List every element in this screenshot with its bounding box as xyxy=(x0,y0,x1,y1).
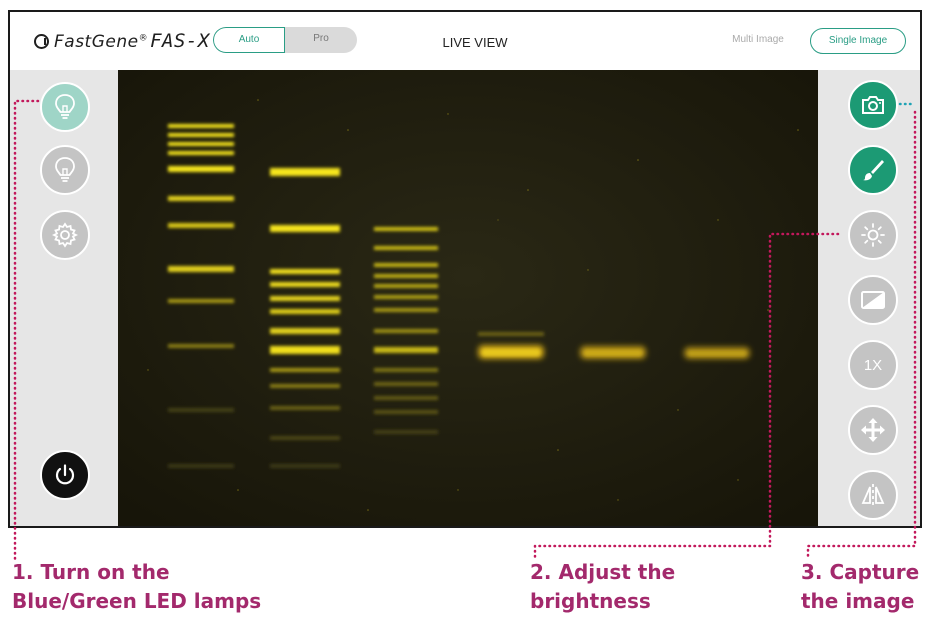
left-toolbar xyxy=(10,70,118,526)
page-title: LIVE VIEW xyxy=(442,35,508,50)
annotation-1-line-1: 1. Turn on the xyxy=(12,558,261,587)
right-toolbar: 1X xyxy=(818,70,920,526)
annotation-1-line-2: Blue/Green LED lamps xyxy=(12,589,262,613)
gel-lane-6 xyxy=(684,347,750,359)
bulb-icon xyxy=(55,94,75,119)
annotation-2-line-1: 2. Adjust the xyxy=(530,558,675,587)
annotate-button[interactable] xyxy=(848,145,898,195)
single-image-button[interactable]: Single Image xyxy=(810,28,906,54)
annotation-2-number: 2. xyxy=(530,560,552,584)
annotation-3-text: Capture xyxy=(829,560,920,584)
annotation-2-line-2: brightness xyxy=(530,589,651,613)
live-view-image[interactable] xyxy=(118,70,818,526)
brand-trademark: ® xyxy=(138,33,149,44)
brush-icon xyxy=(863,160,884,181)
multi-image-button[interactable]: Multi Image xyxy=(718,28,798,54)
annotation-1-text: Turn on the xyxy=(40,560,170,584)
contrast-icon xyxy=(861,291,885,309)
annotation-2-text: Adjust the xyxy=(558,560,676,584)
power-button[interactable] xyxy=(40,450,90,500)
annotation-3-line-2: the image xyxy=(801,589,915,613)
flip-button[interactable] xyxy=(848,470,898,520)
brightness-button[interactable] xyxy=(848,210,898,260)
annotation-1-number: 1. xyxy=(12,560,34,584)
top-bar: FastGene® FAS-X Auto Pro LIVE VIEW Multi … xyxy=(10,12,920,70)
capture-button[interactable] xyxy=(848,80,898,130)
brightness-icon xyxy=(861,223,885,247)
gel-lane-5 xyxy=(580,346,646,359)
annotation-1: 1. Turn on the Blue/Green LED lamps xyxy=(12,558,261,616)
annotation-3-line-1: 3. Capture xyxy=(801,558,919,587)
power-icon xyxy=(55,464,75,485)
bulb-icon xyxy=(55,157,75,182)
auto-pro-toggle[interactable]: Auto Pro xyxy=(213,27,357,53)
flip-icon xyxy=(861,484,885,505)
mode-auto-option[interactable]: Auto xyxy=(213,27,285,53)
brand-logo: FastGene® FAS-X xyxy=(34,30,210,52)
zoom-button[interactable]: 1X xyxy=(848,340,898,390)
move-icon xyxy=(861,418,885,442)
gel-image xyxy=(118,70,818,526)
annotation-3: 3. Capture the image xyxy=(801,558,919,616)
blue-green-led-button[interactable] xyxy=(40,82,90,132)
zoom-level-label: 1X xyxy=(863,356,883,374)
contrast-button[interactable] xyxy=(848,275,898,325)
mode-pro-option[interactable]: Pro xyxy=(285,27,357,53)
brand-name: FastGene xyxy=(54,32,139,52)
app-window: FastGene® FAS-X Auto Pro LIVE VIEW Multi … xyxy=(8,10,922,528)
settings-button[interactable] xyxy=(40,210,90,260)
pan-button[interactable] xyxy=(848,405,898,455)
logo-icon xyxy=(34,34,49,49)
camera-icon xyxy=(862,96,884,114)
gear-icon xyxy=(52,222,78,248)
annotation-3-number: 3. xyxy=(801,560,823,584)
white-light-button[interactable] xyxy=(40,145,90,195)
annotation-2: 2. Adjust the brightness xyxy=(530,558,675,616)
model-name: FAS-X xyxy=(150,30,210,52)
